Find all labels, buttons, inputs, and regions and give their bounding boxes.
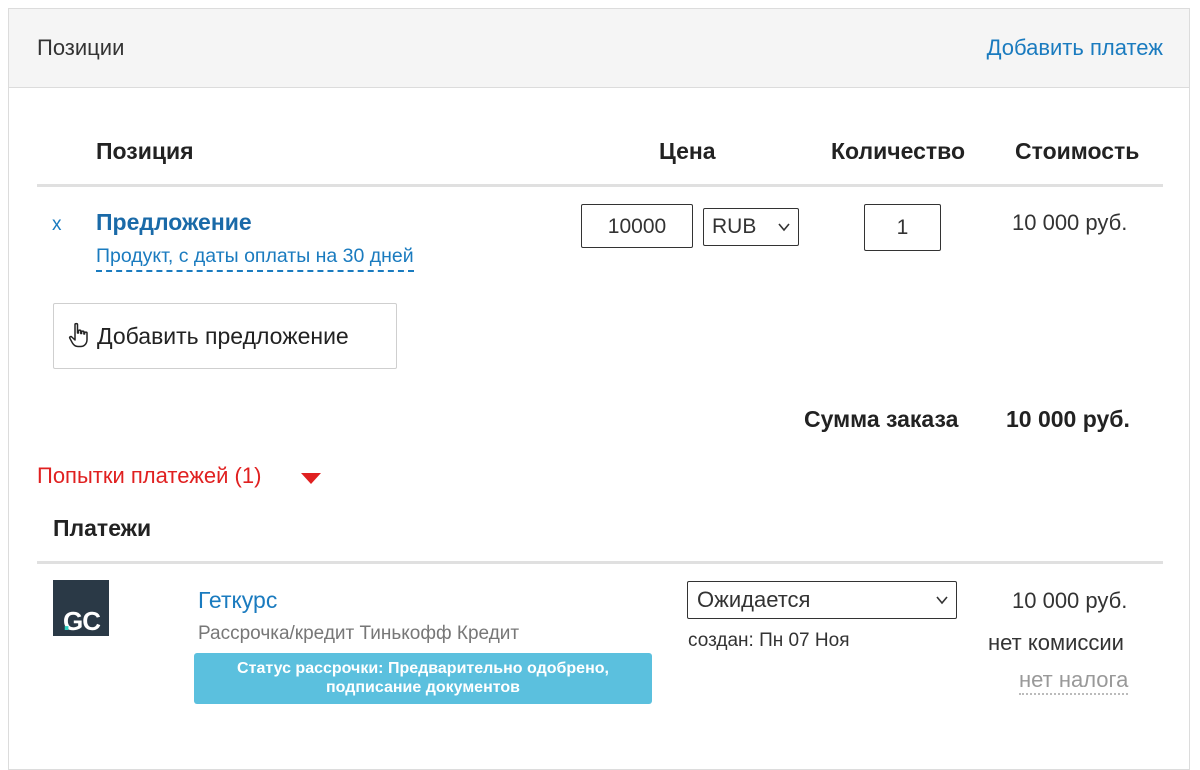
payments-divider bbox=[37, 561, 1163, 564]
currency-value: RUB bbox=[712, 215, 757, 238]
positions-panel: Позиции Добавить платеж Позиция Цена Кол… bbox=[8, 8, 1190, 770]
hand-pointer-icon bbox=[68, 322, 88, 348]
column-header-position: Позиция bbox=[96, 138, 194, 164]
quantity-input[interactable]: 1 bbox=[864, 204, 941, 251]
panel-title: Позиции bbox=[37, 35, 125, 60]
price-input[interactable]: 10000 bbox=[581, 204, 693, 248]
payments-section-title: Платежи bbox=[53, 515, 152, 541]
column-header-quantity: Количество bbox=[831, 138, 966, 164]
header-divider bbox=[37, 184, 1163, 187]
payment-commission: нет комиссии bbox=[988, 630, 1124, 655]
chevron-down-icon bbox=[778, 223, 790, 232]
payment-attempts-toggle[interactable]: Попытки платежей (1) bbox=[37, 463, 261, 489]
panel-header: Позиции Добавить платеж bbox=[9, 9, 1189, 88]
installment-status-badge: Статус рассрочки: Предварительно одобрен… bbox=[194, 653, 652, 704]
payment-created-date: создан: Пн 07 Ноя bbox=[688, 630, 850, 651]
payment-method: Рассрочка/кредит Тинькофф Кредит bbox=[198, 623, 520, 644]
chevron-down-icon bbox=[936, 596, 948, 605]
add-offer-label: Добавить предложение bbox=[97, 323, 349, 349]
order-total-value: 10 000 руб. bbox=[1006, 406, 1130, 432]
column-header-price: Цена bbox=[659, 138, 716, 164]
remove-position-button[interactable]: x bbox=[52, 214, 62, 236]
add-offer-button[interactable]: Добавить предложение bbox=[53, 303, 397, 369]
payment-tax-link[interactable]: нет налога bbox=[1019, 667, 1129, 695]
column-header-cost: Стоимость bbox=[1015, 138, 1140, 164]
caret-down-icon[interactable] bbox=[301, 473, 321, 484]
payment-provider-link[interactable]: Геткурс bbox=[198, 587, 277, 614]
payment-status-select[interactable]: Ожидается bbox=[687, 581, 957, 619]
payment-amount: 10 000 руб. bbox=[1012, 588, 1128, 613]
getcourse-logo: GC. bbox=[53, 580, 109, 636]
currency-select[interactable]: RUB bbox=[703, 208, 799, 246]
offer-title-link[interactable]: Предложение bbox=[96, 209, 252, 236]
payment-status-value: Ожидается bbox=[697, 587, 811, 612]
order-total-label: Сумма заказа bbox=[804, 406, 959, 432]
offer-subtitle-link[interactable]: Продукт, с даты оплаты на 30 дней bbox=[96, 245, 414, 272]
add-payment-link[interactable]: Добавить платеж bbox=[987, 35, 1163, 61]
row-cost: 10 000 руб. bbox=[1012, 210, 1128, 235]
